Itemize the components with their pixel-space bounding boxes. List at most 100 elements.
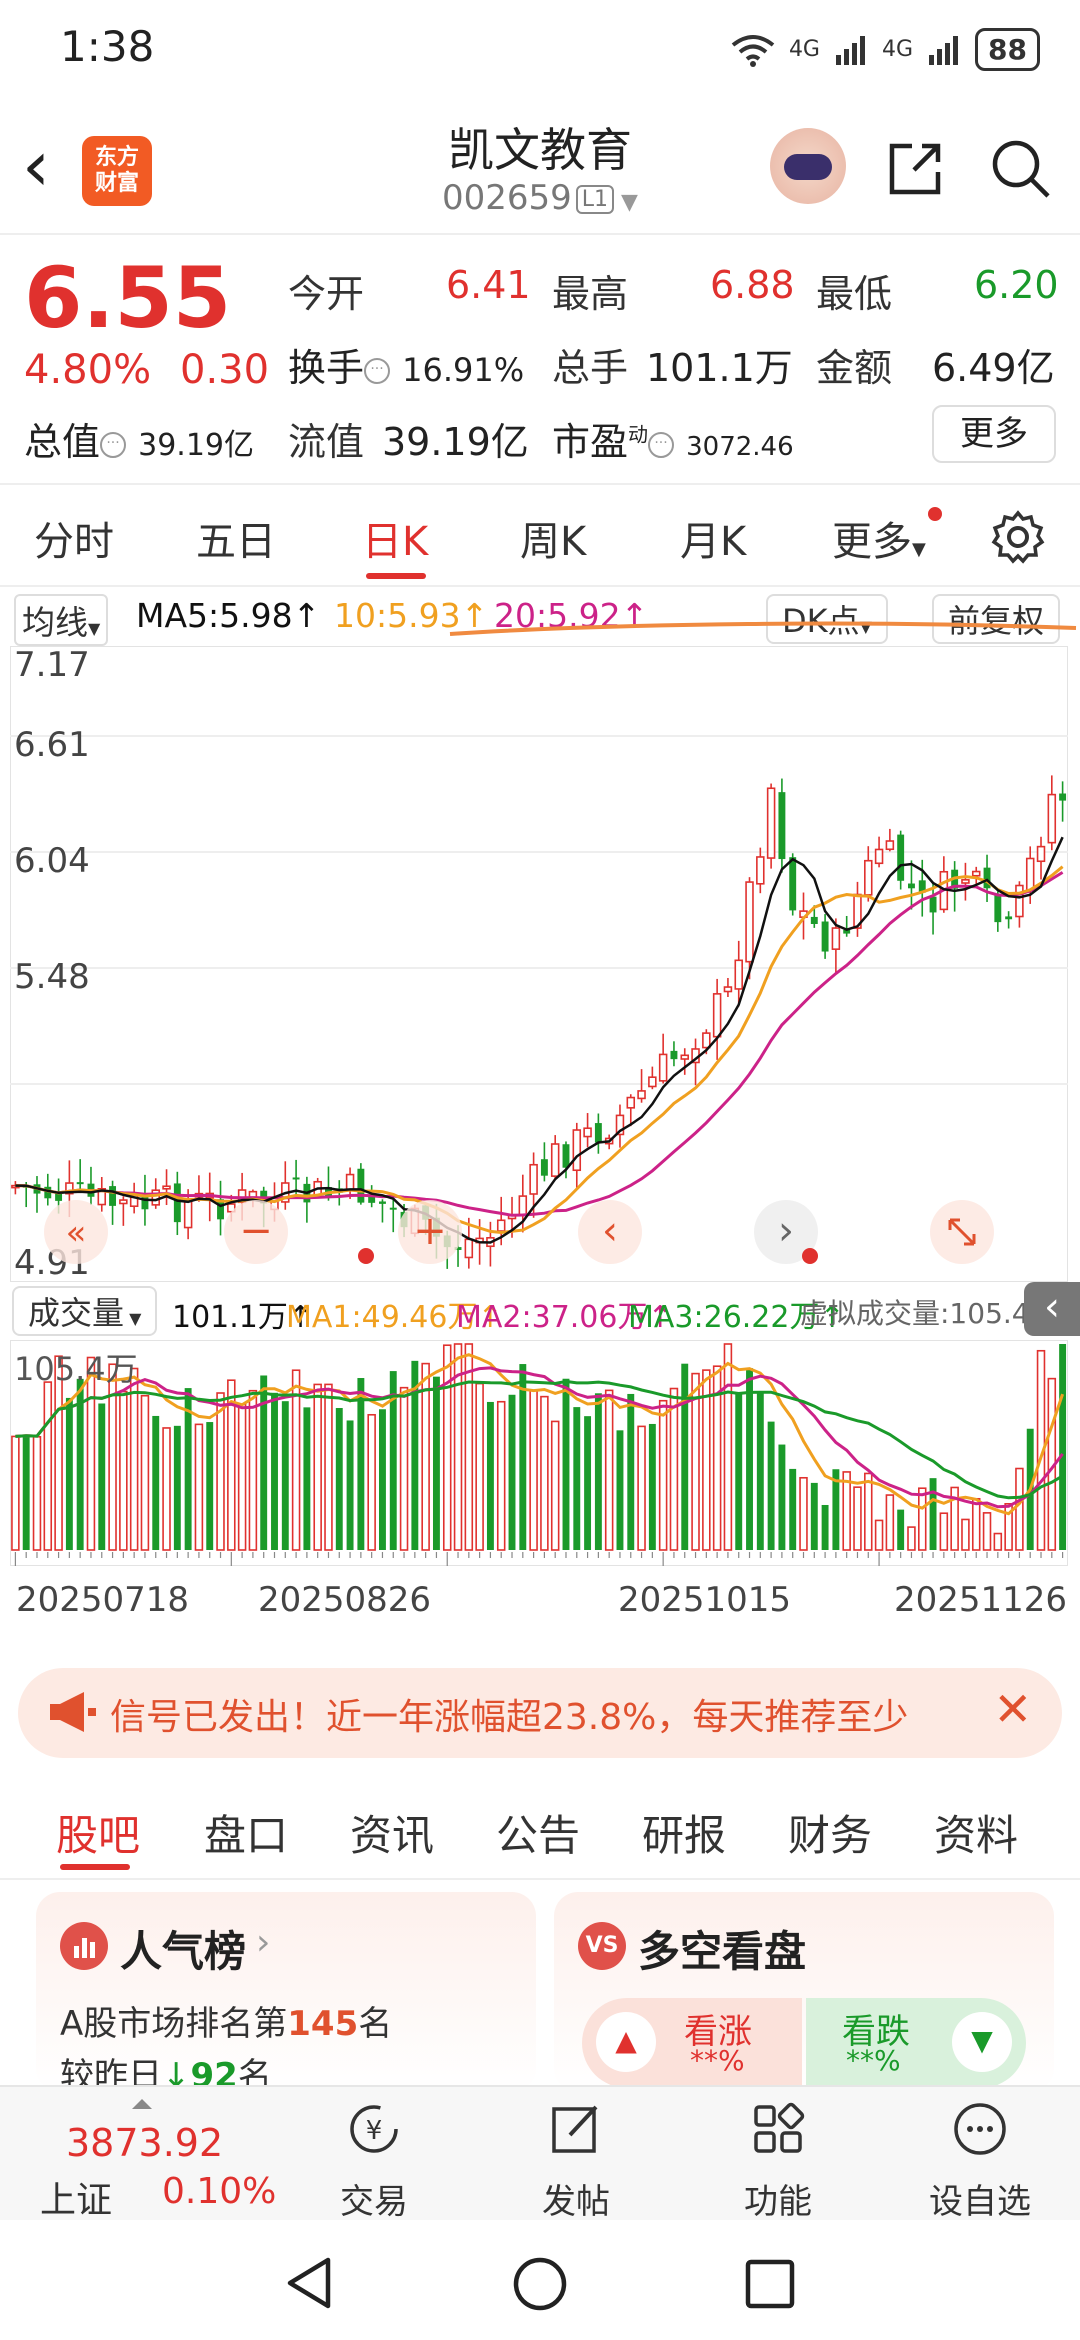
volume-bar: [874, 1519, 884, 1551]
recents-square-icon[interactable]: [744, 2258, 796, 2310]
marker-dot: [358, 1248, 374, 1264]
volume-bar: [108, 1363, 117, 1551]
turnover-value: 16.91%: [402, 351, 525, 389]
tab-daily-k[interactable]: 日K: [362, 509, 428, 567]
share-icon[interactable]: [884, 136, 948, 200]
svg-text:−: −: [239, 1208, 273, 1254]
battery-icon: 88: [975, 28, 1040, 71]
volume-bar: [573, 1407, 581, 1550]
search-icon[interactable]: [988, 136, 1052, 200]
tab-news[interactable]: 资讯: [350, 1802, 434, 1863]
dropdown-icon: ▼: [614, 190, 638, 215]
amount-value: 6.49亿: [932, 346, 1055, 390]
bear-button[interactable]: 看跌 **% ▼: [806, 1998, 1026, 2088]
more-button[interactable]: 更多: [932, 405, 1056, 463]
last-price: 6.55: [24, 249, 232, 347]
volume-bar: [789, 1468, 797, 1550]
up-triangle-icon: ▲: [596, 2012, 656, 2072]
candle: [778, 778, 786, 873]
volume-bar: [637, 1425, 646, 1551]
tab-five-day[interactable]: 五日: [196, 509, 276, 567]
zoom-in-button[interactable]: +: [398, 1200, 462, 1264]
volume-bar: [152, 1415, 160, 1550]
volume-bar: [140, 1394, 150, 1551]
tab-order-book[interactable]: 盘口: [204, 1802, 288, 1863]
ma-selector[interactable]: 均线▼: [14, 594, 109, 646]
tab-research[interactable]: 研报: [642, 1802, 726, 1863]
ai-assistant-icon[interactable]: [770, 128, 846, 204]
x-tick-label: 20250826: [258, 1580, 432, 1620]
volume-bar: [32, 1436, 42, 1551]
volume-bar: [216, 1392, 225, 1551]
y-tick-label: 5.48: [14, 957, 90, 997]
quote-panel: 6.55 4.80% 0.30 总值 ··· 39.19亿 今开 6.41 最高 …: [0, 235, 1080, 485]
volume-bar: [194, 1423, 204, 1551]
promo-banner[interactable]: 信号已发出！近一年涨幅超23.8%，每天推荐至少 ✕: [18, 1668, 1062, 1758]
turnover-label: 换手: [288, 346, 365, 390]
prev-button[interactable]: ‹: [578, 1200, 642, 1264]
market-rank: A股市场排名第145名: [60, 1996, 392, 2045]
nav-functions[interactable]: 功能: [708, 2099, 848, 2223]
stock-code: 002659: [442, 178, 572, 218]
tab-forum[interactable]: 股吧: [56, 1802, 140, 1863]
volume-bar: [778, 1444, 786, 1550]
nav-post[interactable]: 发帖: [506, 2099, 646, 2223]
volume-bar: [907, 1526, 916, 1551]
nav-watchlist[interactable]: 设自选: [910, 2099, 1050, 2223]
ma-selector-label: 均线: [22, 603, 88, 642]
volume-bar: [982, 1512, 992, 1551]
volume-selector[interactable]: 成交量 ▼: [12, 1286, 158, 1336]
volume-bar: [529, 1389, 538, 1551]
system-navigation: [0, 2220, 1080, 2340]
bull-button[interactable]: ▲ 看涨 **%: [582, 1998, 802, 2088]
rewind-button[interactable]: «: [44, 1200, 108, 1264]
status-bar: 1:38 4G 4G 88: [0, 0, 1080, 100]
settings-gear-icon[interactable]: [990, 509, 1046, 565]
popularity-card[interactable]: 人气榜 › A股市场排名第145名 较昨日↓92名: [36, 1892, 536, 2096]
volume-bar: [367, 1413, 376, 1551]
signal-icon: [929, 35, 959, 65]
volume-bar: [735, 1394, 743, 1550]
active-tab-indicator: [60, 1864, 130, 1870]
tab-announcements[interactable]: 公告: [496, 1802, 580, 1863]
volume-bar: [271, 1392, 278, 1550]
nav-trade[interactable]: ¥ 交易: [304, 2099, 444, 2223]
volume-bar: [496, 1400, 506, 1551]
candlestick-chart[interactable]: 7.17 6.61 6.04 5.48 4.91 « − + ‹ ›: [10, 646, 1068, 1282]
low-label: 最低: [816, 272, 893, 316]
volume-bar: [399, 1386, 409, 1551]
volume-bar: [810, 1482, 818, 1550]
chart-period-tabs: 分时 五日 日K 周K 月K 更多▼: [0, 487, 1080, 587]
vs-icon: VS: [578, 1922, 626, 1970]
content-tabs: 股吧 盘口 资讯 公告 研报 财务 资料: [0, 1780, 1080, 1880]
tab-profile[interactable]: 资料: [934, 1802, 1018, 1863]
volume-bar: [11, 1435, 20, 1551]
info-icon[interactable]: ···: [100, 431, 127, 458]
info-icon[interactable]: ···: [648, 431, 675, 458]
svg-text:›: ›: [778, 1208, 794, 1254]
tab-finance[interactable]: 财务: [788, 1802, 872, 1863]
tab-intraday[interactable]: 分时: [34, 509, 114, 567]
home-circle-icon[interactable]: [512, 2256, 568, 2312]
tab-monthly-k[interactable]: 月K: [680, 509, 746, 567]
volume-bar: [864, 1472, 873, 1551]
volume-bar: [281, 1401, 289, 1550]
dropdown-icon: ▼: [912, 539, 926, 560]
info-icon[interactable]: ···: [364, 357, 391, 384]
signal-icon: [835, 35, 865, 65]
volume-bar: [550, 1420, 560, 1551]
volume-bar: [993, 1532, 1003, 1551]
float-label: 流值: [288, 420, 365, 464]
yen-exchange-icon: ¥: [350, 2105, 398, 2153]
zoom-out-button[interactable]: −: [224, 1200, 288, 1264]
tab-weekly-k[interactable]: 周K: [520, 509, 586, 567]
back-triangle-icon[interactable]: [284, 2256, 334, 2310]
volume-bar: [442, 1344, 452, 1551]
tab-more[interactable]: 更多▼: [832, 509, 926, 567]
close-icon[interactable]: ✕: [993, 1682, 1032, 1736]
grid-icon: [754, 2102, 805, 2153]
long-short-card[interactable]: VS 多空看盘 ▲ 看涨 **% 看跌 **% ▼: [554, 1892, 1054, 2092]
dropdown-icon: ▼: [88, 619, 101, 638]
collapse-panel-button[interactable]: ‹: [1024, 1282, 1080, 1336]
fullscreen-button[interactable]: [930, 1200, 994, 1264]
